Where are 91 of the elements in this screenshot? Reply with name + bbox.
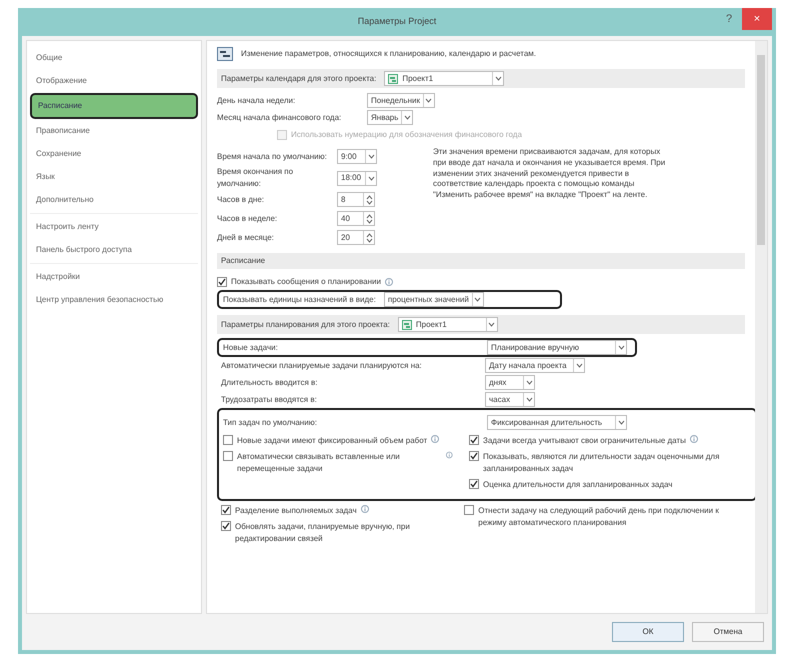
caret-icon [618, 420, 624, 425]
caret-icon [526, 380, 532, 385]
field-label: Дней в месяце: [217, 232, 275, 244]
checkbox[interactable] [217, 276, 227, 286]
project-icon [388, 74, 398, 84]
caret-icon [404, 115, 411, 120]
checkbox-label: Оценка длительности для запланированных задач [483, 479, 672, 491]
field-label: Трудозатраты вводятся в: [221, 394, 318, 406]
checkbox[interactable] [469, 451, 479, 461]
nav-item[interactable]: Настроить ленту [30, 216, 198, 238]
checkbox-label: Показывать, являются ли длительности задач оценочными для запланированных задач [483, 451, 720, 475]
schedule-icon [217, 47, 233, 61]
checkbox-label: Разделение выполняемых задач [235, 505, 357, 517]
spin-field[interactable]: 20 [337, 230, 375, 245]
field-label: Показывать единицы назначений в виде: [223, 294, 376, 306]
help-button[interactable]: ? [716, 8, 742, 30]
field-label: Часов в неделе: [217, 212, 278, 224]
checkbox-label: Новые задачи имеют фиксированный объем работ [237, 435, 428, 447]
down-caret-icon [366, 218, 372, 224]
up-caret-icon [366, 232, 372, 238]
field-label: Длительность вводится в: [221, 376, 318, 388]
nav-item[interactable]: Правописание [30, 120, 198, 142]
field-label: Месяц начала финансового года: [217, 112, 342, 124]
field-label: Часов в дне: [217, 194, 266, 206]
nav-item[interactable]: Общие [30, 47, 198, 69]
up-caret-icon [366, 214, 372, 218]
caret-icon [618, 345, 624, 350]
window-title: Параметры Project [358, 15, 436, 28]
caret-icon [425, 98, 432, 103]
nav-item[interactable]: Расписание [30, 93, 198, 119]
note-text: Эти значения времени присваиваются задачам, для которых при вводе дат начала и окончания не указывается время. При изменении этих значений рекомендуется привести в соответствие календарь проекта с помощью команды "Изменить рабочее время" на вкладке "Проект" на ленте. [433, 147, 666, 202]
checkbox-label: Отнести задачу на следующий рабочий день при подключении к режиму автоматического планирования [478, 505, 720, 529]
checkbox[interactable] [464, 505, 474, 515]
field-label: Тип задач по умолчанию: [223, 416, 318, 428]
section-title: Параметры календаря для этого проекта: [221, 72, 376, 84]
dropdown-field[interactable]: 18:00 [337, 170, 377, 186]
checkbox[interactable] [223, 435, 233, 445]
dropdown-field[interactable]: часах [485, 392, 535, 407]
nav-item[interactable]: Центр управления безопасностью [30, 289, 198, 311]
caret-icon [494, 76, 502, 81]
caret-icon [474, 297, 482, 302]
project-dropdown[interactable]: Проект1 [398, 317, 498, 332]
dropdown-field[interactable]: Фиксированная длительность [487, 415, 627, 430]
checkbox-label: Использовать нумерацию для обозначения финансового года [291, 128, 522, 140]
dropdown-field[interactable]: процентных значений [384, 292, 484, 307]
section-title: Расписание [221, 255, 266, 267]
nav-item[interactable]: Панель быстрого доступа [30, 239, 198, 261]
scrollbar[interactable] [755, 41, 767, 613]
field-label: Время окончания по умолчанию: [217, 166, 294, 190]
caret-icon [576, 363, 582, 368]
caret-icon [368, 154, 374, 159]
caret-icon [368, 176, 374, 180]
checkbox[interactable] [221, 521, 231, 531]
dropdown-field[interactable]: Понедельник [367, 93, 435, 108]
nav-item[interactable]: Язык [30, 166, 198, 188]
down-caret-icon [366, 200, 372, 204]
nav-item[interactable]: Дополнительно [30, 189, 198, 211]
field-label: Время начала по умолчанию: [217, 150, 328, 162]
nav-item[interactable]: Сохранение [30, 143, 198, 165]
field-label: Новые задачи: [223, 342, 279, 354]
dropdown-field[interactable]: Планирование вручную [487, 340, 627, 355]
checkbox-label: Автоматически связывать вставленные или перемещенные задачи [237, 451, 401, 475]
dropdown-field[interactable]: днях [485, 375, 535, 390]
project-icon [402, 320, 412, 330]
spin-field[interactable]: 8 [337, 192, 375, 207]
field-label: День начала недели: [217, 94, 296, 106]
nav-item[interactable]: Надстройки [30, 266, 198, 288]
dropdown-field[interactable]: 9:00 [337, 149, 377, 164]
dropdown-field[interactable]: Дату начала проекта [485, 358, 585, 373]
nav-item[interactable]: Отображение [30, 70, 198, 92]
up-caret-icon [366, 194, 372, 200]
caret-icon [488, 322, 496, 327]
project-dropdown[interactable]: Проект1 [384, 71, 504, 86]
dialog-button[interactable]: Отмена [692, 622, 764, 642]
section-title: Параметры планирования для этого проекта: [221, 318, 390, 330]
checkbox-label: Обновлять задачи, планируемые вручную, при редактировании связей [235, 521, 411, 545]
field-label: Автоматически планируемые задачи планируются на: [221, 360, 423, 372]
dialog-button[interactable]: ОК [612, 622, 684, 642]
close-button[interactable]: × [742, 8, 772, 30]
checkbox-label: Задачи всегда учитывают свои ограничительные даты [483, 435, 686, 447]
checkbox[interactable] [221, 505, 231, 515]
checkbox-label: Показывать сообщения о планировании [231, 276, 381, 288]
info-icon [384, 278, 393, 286]
spin-field[interactable]: 40 [337, 211, 375, 226]
checkbox[interactable] [223, 451, 233, 461]
checkbox[interactable] [469, 479, 479, 489]
checkbox[interactable] [469, 435, 479, 445]
caret-icon [526, 397, 532, 402]
down-caret-icon [366, 238, 372, 242]
dropdown-field[interactable]: Январь [367, 110, 414, 125]
header-text: Изменение параметров, относящихся к планированию, календарю и расчетам. [241, 48, 536, 60]
